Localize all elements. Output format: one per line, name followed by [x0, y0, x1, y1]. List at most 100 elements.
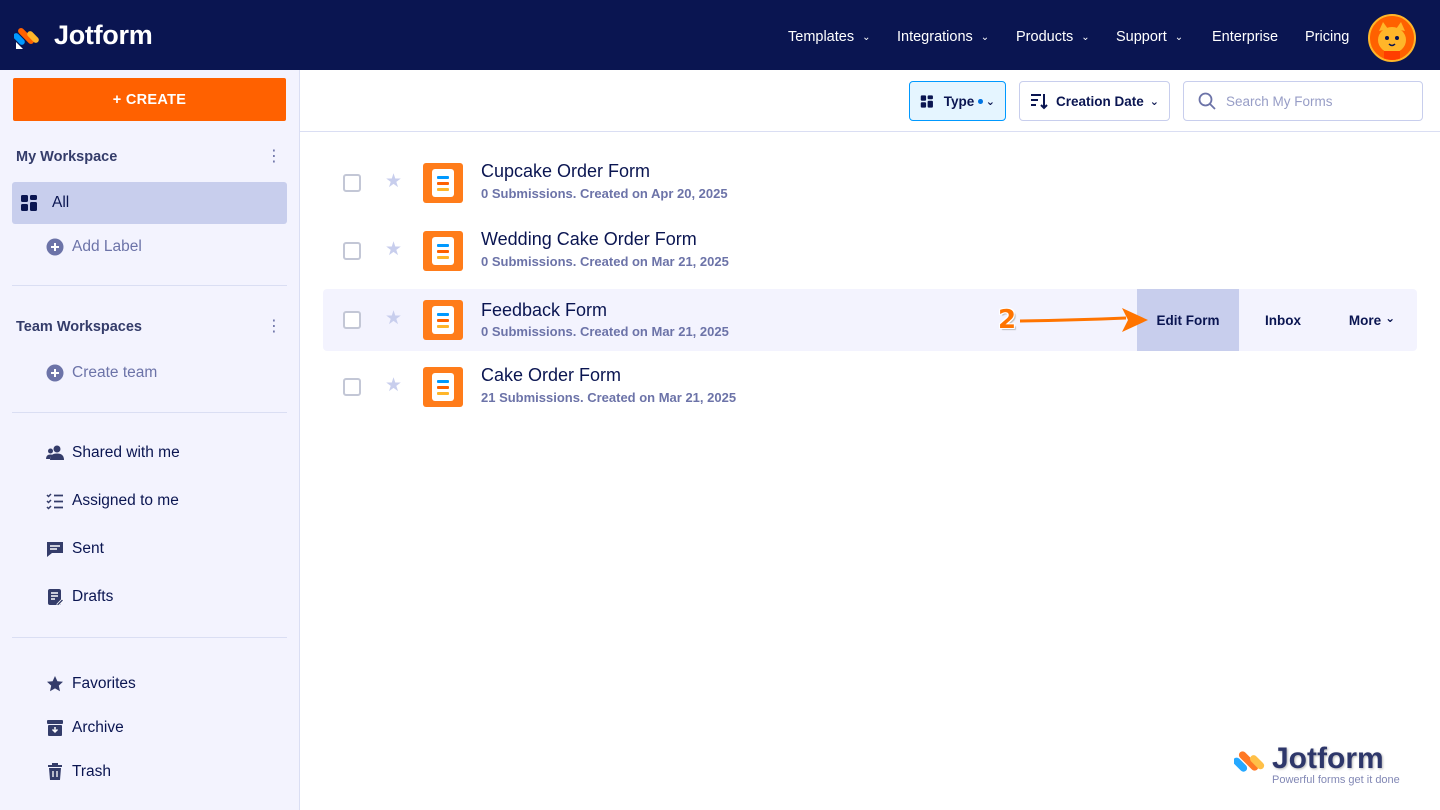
team-workspaces-title: Team Workspaces	[16, 319, 142, 335]
avatar-icon	[1370, 16, 1414, 60]
sidebar-item-drafts[interactable]: Drafts	[12, 576, 287, 618]
jotform-logo-icon	[14, 27, 39, 49]
form-row[interactable]: ★ Wedding Cake Order Form 0 Submissions.…	[323, 220, 1417, 282]
type-filter-label: Type	[943, 93, 975, 109]
my-workspace-menu-icon[interactable]: ⋮	[266, 149, 282, 165]
annotation-arrow-icon	[1019, 308, 1148, 332]
form-title[interactable]: Feedback Form	[481, 300, 607, 321]
search-box[interactable]	[1183, 81, 1423, 121]
more-button[interactable]: More ⌄	[1327, 289, 1417, 351]
sort-button[interactable]: Creation Date ⌄	[1019, 81, 1170, 121]
favorite-star-icon[interactable]: ★	[385, 172, 402, 191]
watermark-name: Jotform	[1272, 742, 1384, 775]
form-icon	[423, 163, 463, 203]
nav-support-label: Support	[1116, 29, 1167, 45]
sidebar-item-all[interactable]: All	[12, 182, 287, 224]
active-filter-dot-icon	[978, 98, 983, 104]
form-checkbox[interactable]	[343, 311, 361, 329]
edit-form-button[interactable]: Edit Form	[1137, 289, 1239, 351]
sidebar-item-label: Sent	[72, 540, 104, 557]
form-title[interactable]: Wedding Cake Order Form	[481, 229, 697, 250]
form-icon	[423, 231, 463, 271]
nav-templates[interactable]: Templates ⌄	[788, 29, 870, 45]
search-input[interactable]	[1226, 93, 1406, 109]
nav-pricing[interactable]: Pricing	[1305, 29, 1349, 45]
inbox-button[interactable]: Inbox	[1239, 289, 1327, 351]
form-title[interactable]: Cupcake Order Form	[481, 161, 650, 182]
nav-products-label: Products	[1016, 29, 1074, 45]
sidebar-divider	[12, 412, 287, 413]
sidebar-item-label: Trash	[72, 763, 112, 780]
checklist-icon	[46, 492, 64, 510]
my-workspace-title: My Workspace	[16, 149, 118, 165]
sort-icon	[1031, 94, 1048, 110]
sidebar-item-shared-with-me[interactable]: Shared with me	[12, 432, 287, 474]
form-meta: 0 Submissions. Created on Apr 20, 2025	[481, 186, 728, 201]
message-icon	[46, 540, 64, 558]
star-icon	[46, 675, 64, 693]
top-navigation-bar: Jotform Templates ⌄ Integrations ⌄ Produ…	[0, 0, 1440, 70]
sidebar-item-archive[interactable]: Archive	[12, 707, 287, 749]
sidebar-item-label: Archive	[72, 719, 124, 736]
plus-circle-icon	[46, 364, 64, 382]
nav-support[interactable]: Support ⌄	[1116, 29, 1183, 45]
nav-templates-label: Templates	[788, 29, 855, 45]
users-icon	[46, 444, 64, 462]
sidebar-item-trash[interactable]: Trash	[12, 751, 287, 793]
team-workspaces-menu-icon[interactable]: ⋮	[266, 319, 282, 335]
plus-circle-icon	[46, 238, 64, 256]
form-meta: 0 Submissions. Created on Mar 21, 2025	[481, 254, 729, 269]
jotform-logo[interactable]: Jotform	[14, 20, 153, 51]
sidebar: + CREATE My Workspace ⋮ All Add Label Te…	[0, 70, 300, 810]
create-button[interactable]: + CREATE	[13, 78, 286, 121]
user-avatar[interactable]	[1368, 14, 1416, 62]
favorite-star-icon[interactable]: ★	[385, 309, 402, 328]
nav-enterprise[interactable]: Enterprise	[1212, 29, 1278, 45]
form-title[interactable]: Cake Order Form	[481, 365, 621, 386]
search-icon	[1198, 92, 1216, 110]
form-checkbox[interactable]	[343, 174, 361, 192]
grid-icon	[20, 194, 38, 212]
add-label-button[interactable]: Add Label	[12, 226, 287, 268]
sidebar-item-label: Assigned to me	[72, 492, 179, 509]
favorite-star-icon[interactable]: ★	[385, 240, 402, 259]
watermark-tagline: Powerful forms get it done	[1272, 774, 1400, 786]
jotform-watermark-logo-icon	[1234, 751, 1265, 772]
draft-icon	[46, 588, 64, 606]
nav-products[interactable]: Products ⌄	[1016, 29, 1090, 45]
trash-icon	[46, 763, 64, 781]
chevron-down-icon: ⌄	[1385, 311, 1396, 325]
chevron-down-icon: ⌄	[985, 95, 995, 108]
jotform-watermark: Jotform Powerful forms get it done	[1234, 744, 1400, 786]
archive-icon	[46, 719, 64, 737]
row-actions: Edit Form Inbox More ⌄	[1137, 289, 1417, 351]
sidebar-item-assigned-to-me[interactable]: Assigned to me	[12, 480, 287, 522]
sidebar-item-favorites[interactable]: Favorites	[12, 663, 287, 705]
nav-integrations[interactable]: Integrations ⌄	[897, 29, 989, 45]
sidebar-divider	[12, 285, 287, 286]
more-button-label: More	[1348, 312, 1382, 328]
sidebar-item-label: Favorites	[72, 675, 136, 692]
forms-toolbar: Type ⌄ Creation Date ⌄	[300, 70, 1440, 132]
chevron-down-icon: ⌄	[862, 32, 871, 43]
form-meta: 21 Submissions. Created on Mar 21, 2025	[481, 390, 737, 405]
form-checkbox[interactable]	[343, 242, 361, 260]
form-icon	[423, 300, 463, 340]
add-label-text: Add Label	[72, 238, 142, 255]
chevron-down-icon: ⌄	[980, 32, 990, 43]
sidebar-item-sent[interactable]: Sent	[12, 528, 287, 570]
form-checkbox[interactable]	[343, 378, 361, 396]
form-icon	[423, 367, 463, 407]
nav-pricing-label: Pricing	[1305, 29, 1350, 45]
chevron-down-icon: ⌄	[1174, 32, 1184, 43]
chevron-down-icon: ⌄	[1081, 32, 1090, 43]
form-row[interactable]: ★ Cupcake Order Form 0 Submissions. Crea…	[323, 152, 1417, 214]
form-row[interactable]: ★ Cake Order Form 21 Submissions. Create…	[323, 356, 1417, 418]
create-team-text: Create team	[72, 364, 158, 381]
sidebar-divider	[12, 637, 287, 638]
sort-label: Creation Date	[1056, 93, 1144, 109]
favorite-star-icon[interactable]: ★	[385, 376, 402, 395]
create-team-button[interactable]: Create team	[12, 352, 287, 394]
type-filter-button[interactable]: Type ⌄	[909, 81, 1006, 121]
form-row-hovered[interactable]: ★ Feedback Form 0 Submissions. Created o…	[323, 289, 1417, 351]
